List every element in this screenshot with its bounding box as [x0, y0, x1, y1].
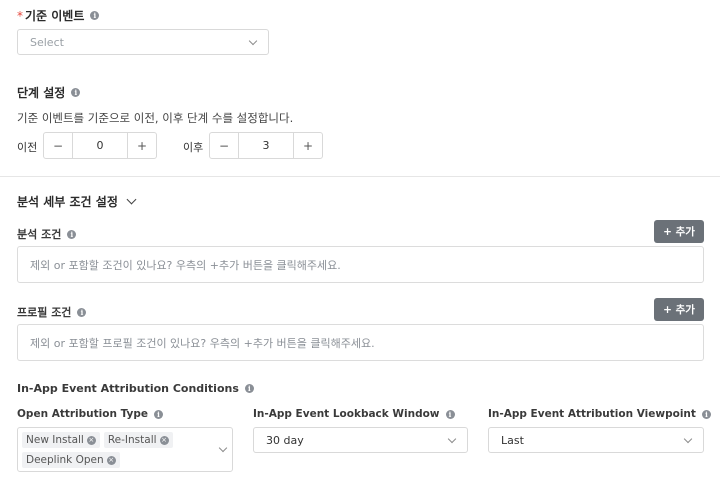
add-profile-condition-button[interactable]: + 추가: [654, 298, 704, 321]
info-icon[interactable]: i: [90, 11, 100, 20]
base-event-placeholder: Select: [30, 35, 64, 49]
tag-re-install: Re-Install ×: [103, 432, 173, 448]
after-value-input[interactable]: 3: [238, 133, 294, 158]
remove-tag-icon[interactable]: ×: [86, 435, 96, 445]
chevron-down-icon: [248, 36, 258, 45]
before-decrement-button[interactable]: −: [44, 133, 72, 158]
after-increment-button[interactable]: +: [294, 133, 322, 158]
info-icon[interactable]: i: [445, 409, 455, 419]
tag-deeplink-open: Deeplink Open ×: [22, 452, 120, 468]
analysis-section-toggle[interactable]: 분석 세부 조건 설정: [17, 193, 137, 210]
after-stepper: − 3 +: [209, 132, 323, 159]
lookback-window-value: 30 day: [266, 433, 304, 447]
chevron-down-icon: [126, 194, 137, 205]
before-label: 이전: [17, 141, 38, 154]
info-icon[interactable]: i: [701, 409, 711, 419]
before-stepper: − 0 +: [43, 132, 157, 159]
chevron-down-icon: [218, 443, 228, 453]
lookback-window-label: In-App Event Lookback Window i: [253, 408, 455, 420]
required-mark: *: [17, 9, 23, 23]
before-increment-button[interactable]: +: [128, 133, 156, 158]
tag-new-install: New Install ×: [22, 432, 100, 448]
open-attribution-type-label: Open Attribution Type i: [17, 408, 163, 420]
info-icon[interactable]: i: [71, 88, 81, 97]
analysis-condition-label: 분석 조건 i: [17, 226, 77, 242]
remove-tag-icon[interactable]: ×: [106, 455, 116, 465]
base-event-select[interactable]: Select: [17, 29, 269, 55]
steps-description: 기준 이벤트를 기준으로 이전, 이후 단계 수를 설정합니다.: [17, 111, 294, 125]
base-event-label: * 기준 이벤트 i: [17, 7, 100, 24]
open-attribution-type-select[interactable]: New Install × Re-Install × Deeplink Open…: [17, 427, 233, 472]
steps-title: 단계 설정 i: [17, 84, 81, 101]
profile-condition-label: 프로필 조건 i: [17, 304, 87, 320]
attribution-viewpoint-select[interactable]: Last: [488, 427, 704, 453]
add-analysis-condition-button[interactable]: + 추가: [654, 220, 704, 243]
after-decrement-button[interactable]: −: [210, 133, 238, 158]
attribution-viewpoint-label: In-App Event Attribution Viewpoint i: [488, 408, 711, 420]
after-label: 이후: [183, 141, 204, 154]
before-value-input[interactable]: 0: [72, 133, 128, 158]
info-icon[interactable]: i: [154, 409, 163, 419]
profile-condition-box: 제외 or 포함할 프로필 조건이 있나요? 우측의 +추가 버튼을 클릭해주세…: [17, 324, 704, 361]
attribution-viewpoint-value: Last: [501, 433, 524, 447]
info-icon[interactable]: i: [67, 229, 77, 239]
info-icon[interactable]: i: [244, 384, 254, 393]
remove-tag-icon[interactable]: ×: [159, 435, 169, 445]
section-divider: [0, 176, 720, 177]
chevron-down-icon: [683, 434, 693, 443]
info-icon[interactable]: i: [77, 307, 87, 317]
chevron-down-icon: [447, 434, 457, 443]
lookback-window-select[interactable]: 30 day: [253, 427, 468, 453]
attribution-title: In-App Event Attribution Conditions i: [17, 382, 254, 395]
analysis-condition-box: 제외 or 포함할 조건이 있나요? 우측의 +추가 버튼을 클릭해주세요.: [17, 246, 704, 283]
